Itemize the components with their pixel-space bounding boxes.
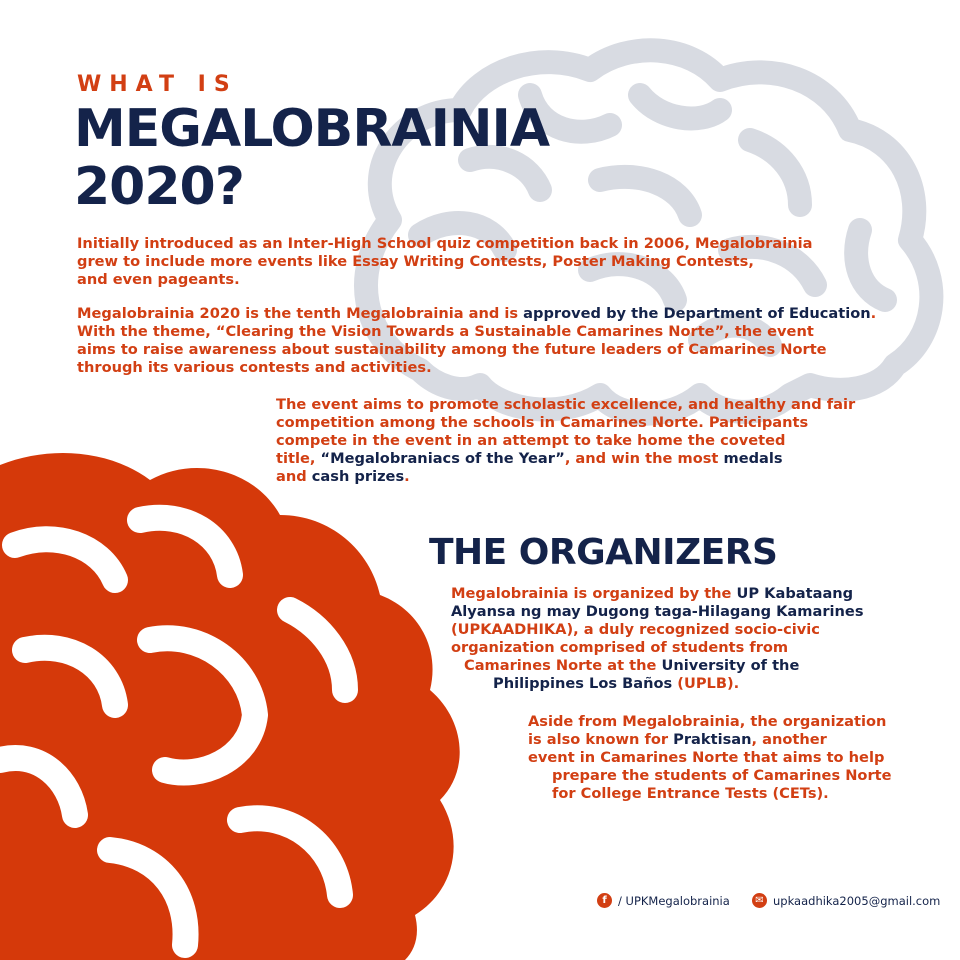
deped-approval-text: approved by the Department of Education (523, 305, 871, 322)
paragraph-line: Camarines Norte at the University of the (451, 657, 864, 675)
paragraph-line: event in Camarines Norte that aims to he… (528, 749, 885, 766)
page-title: MEGALOBRAINIA 2020? (74, 99, 550, 217)
paragraph-line: Megalobrainia 2020 is the tenth Megalobr… (77, 305, 876, 323)
facebook-handle: / UPKMegalobrainia (618, 893, 730, 908)
paragraph-line: prepare the students of Camarines Norte (552, 767, 892, 784)
medals-text: medals (723, 450, 783, 467)
intro-line: Initially introduced as an Inter-High Sc… (77, 235, 813, 252)
paragraph-line: Philippines Los Baños (UPLB). (451, 675, 864, 693)
facebook-link[interactable]: f / UPKMegalobrainia (597, 893, 730, 908)
paragraph-line: organization comprised of students from (451, 639, 789, 656)
paragraph-line: is also known for Praktisan, another (528, 731, 892, 749)
paragraph-line: Megalobrainia is organized by the UP Kab… (451, 585, 864, 603)
paragraph-line: competition among the schools in Camarin… (276, 414, 809, 431)
paragraph-line: (UPKAADHIKA), a duly recognized socio-ci… (451, 621, 820, 638)
text-run: Megalobrainia is organized by the (451, 585, 737, 602)
paragraph-line: for College Entrance Tests (CETs). (552, 785, 829, 802)
paragraph-line: Alyansa ng may Dugong taga-Hilagang Kama… (451, 603, 864, 620)
cash-prizes-text: cash prizes (311, 468, 405, 485)
text-run: (UPLB). (672, 675, 740, 692)
email-address: upkaadhika2005@gmail.com (773, 893, 941, 908)
title-line-1: MEGALOBRAINIA (74, 99, 550, 159)
text-run: , another (751, 731, 827, 748)
tenth-edition-paragraph: Megalobrainia 2020 is the tenth Megalobr… (77, 305, 876, 377)
email-link[interactable]: ✉ upkaadhika2005@gmail.com (752, 893, 940, 908)
paragraph-line: With the theme, “Clearing the Vision Tow… (77, 323, 814, 340)
paragraph-line: and cash prizes. (276, 468, 855, 486)
title-line-2: 2020? (74, 157, 245, 217)
award-title-text: “Megalobraniacs of the Year” (320, 450, 565, 467)
org-name-text: UP Kabataang (736, 585, 854, 602)
paragraph-line: compete in the event in an attempt to ta… (276, 432, 786, 449)
kicker-text: WHAT IS (77, 72, 238, 97)
paragraph-line: aims to raise awareness about sustainabi… (77, 341, 827, 358)
text-run: Megalobrainia 2020 is the tenth Megalobr… (77, 305, 524, 322)
intro-line: grew to include more events like Essay W… (77, 253, 754, 270)
praktisan-text: Praktisan (673, 731, 752, 748)
text-run: Camarines Norte at the (464, 657, 662, 674)
paragraph-line: title, “Megalobraniacs of the Year”, and… (276, 450, 855, 468)
text-run: . (404, 468, 410, 485)
text-run: is also known for (528, 731, 674, 748)
email-icon: ✉ (752, 893, 767, 908)
aims-paragraph: The event aims to promote scholastic exc… (276, 396, 855, 486)
facebook-icon: f (597, 893, 612, 908)
intro-paragraph: Initially introduced as an Inter-High Sc… (77, 235, 812, 289)
paragraph-line: The event aims to promote scholastic exc… (276, 396, 856, 413)
intro-line: and even pageants. (77, 271, 240, 288)
paragraph-line: through its various contests and activit… (77, 359, 432, 376)
organizers-heading: THE ORGANIZERS (429, 532, 778, 573)
organizers-paragraph: Megalobrainia is organized by the UP Kab… (451, 585, 864, 693)
text-run: , and win the most (564, 450, 724, 467)
university-text: Philippines Los Baños (493, 675, 673, 692)
text-run: . (870, 305, 877, 322)
also-known-paragraph: Aside from Megalobrainia, the organizati… (528, 713, 892, 803)
university-text: University of the (661, 657, 800, 674)
text-run: title, (276, 450, 321, 467)
paragraph-line: Aside from Megalobrainia, the organizati… (528, 713, 887, 730)
text-run: and (276, 468, 312, 485)
